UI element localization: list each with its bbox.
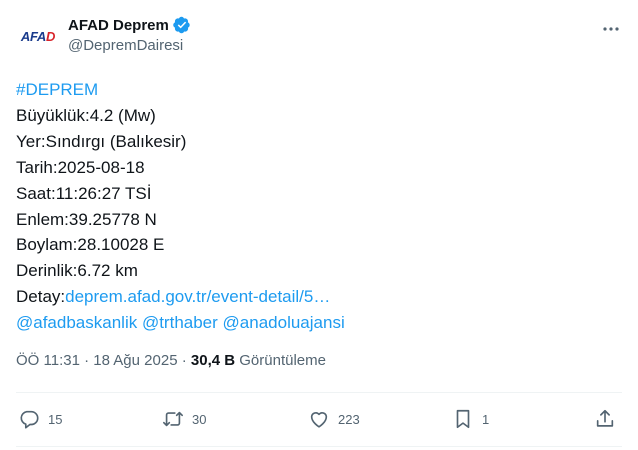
post-text: #DEPREM Büyüklük:4.2 (Mw) Yer:Sındırgı (…: [16, 77, 622, 336]
date-line: Tarih:2025-08-18: [16, 157, 145, 177]
like-count: 223: [338, 411, 360, 427]
divider: [16, 392, 622, 393]
views-label: Görüntüleme: [239, 352, 326, 369]
post-header: AFAD AFAD Deprem @DepremDairesi: [16, 12, 622, 62]
location-line: Yer:Sındırgı (Balıkesir): [16, 131, 187, 151]
repost-count: 30: [192, 411, 207, 427]
post-date[interactable]: 18 Ağu 2025: [93, 352, 177, 369]
share-icon: [596, 409, 614, 427]
views-count[interactable]: 30,4 B: [191, 352, 235, 369]
meta-separator: ·: [181, 352, 187, 369]
action-bar: 15 30 223 1: [16, 401, 622, 437]
bookmark-icon: [456, 409, 470, 429]
repost-icon: [163, 411, 183, 427]
afad-logo: AFAD: [20, 28, 56, 44]
mention-anadoluajansi[interactable]: @anadoluajansi: [223, 313, 345, 332]
more-icon[interactable]: [600, 18, 622, 40]
reply-count: 15: [48, 411, 63, 427]
detail-line: Detay:deprem.afad.gov.tr/event-detail/5…: [16, 284, 622, 310]
repost-button[interactable]: 30: [162, 401, 206, 437]
heart-icon: [310, 412, 328, 428]
post-time[interactable]: ÖÖ 11:31: [16, 352, 80, 369]
divider: [16, 446, 622, 447]
post-meta: ÖÖ 11:31 · 18 Ağu 2025 · 30,4 B Görüntül…: [16, 352, 326, 369]
verified-badge-icon: [173, 16, 190, 34]
like-button[interactable]: 223: [308, 401, 360, 437]
longitude-line: Boylam:28.10028 E: [16, 235, 165, 255]
detail-link[interactable]: deprem.afad.gov.tr/event-detail/5…: [65, 287, 330, 306]
mentions-line: @afadbaskanlik @trthaber @anadoluajansi: [16, 310, 622, 336]
display-name[interactable]: AFAD Deprem: [68, 17, 169, 34]
mention-trthaber[interactable]: @trthaber: [142, 313, 218, 332]
reply-button[interactable]: 15: [18, 401, 62, 437]
share-button[interactable]: [594, 401, 616, 437]
bookmark-button[interactable]: 1: [452, 401, 489, 437]
meta-separator: ·: [84, 352, 90, 369]
depth-line: Derinlik:6.72 km: [16, 261, 138, 281]
author-names: AFAD Deprem @DepremDairesi: [68, 16, 191, 54]
detail-label: Detay:: [16, 287, 66, 307]
reply-icon: [20, 410, 39, 429]
handle[interactable]: @DepremDairesi: [68, 37, 191, 54]
time-line: Saat:11:26:27 TSİ: [16, 183, 152, 203]
mention-afadbaskanlik[interactable]: @afadbaskanlik: [16, 313, 137, 332]
latitude-line: Enlem:39.25778 N: [16, 209, 157, 229]
bookmark-count: 1: [482, 411, 490, 427]
magnitude-line: Büyüklük:4.2 (Mw): [16, 105, 156, 125]
avatar[interactable]: AFAD: [16, 14, 60, 58]
hashtag-link[interactable]: #DEPREM: [16, 80, 98, 99]
